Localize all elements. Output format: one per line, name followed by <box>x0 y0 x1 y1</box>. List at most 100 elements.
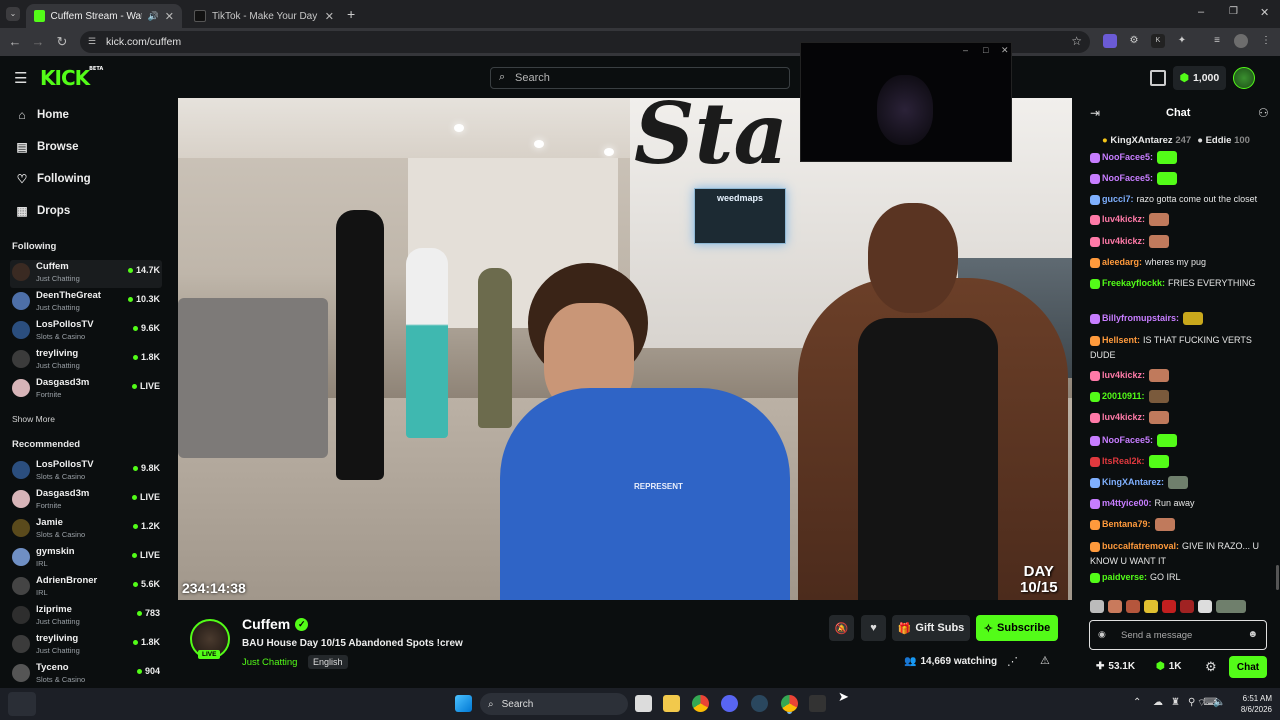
chat-username[interactable]: paidverse: <box>1102 572 1147 582</box>
gift-subs-button[interactable]: 🎁 Gift Subs <box>892 615 970 641</box>
sidebar-channel-tyceno[interactable]: Tyceno Slots & Casino 904 <box>10 661 162 689</box>
chat-username[interactable]: m4ttyice00: <box>1102 498 1152 508</box>
taskbar-search[interactable]: ⌕ Search <box>480 693 628 715</box>
tray-chevron-icon[interactable]: ⌃ <box>1133 697 1141 708</box>
chat-username[interactable]: luv4kickz: <box>1102 370 1145 380</box>
search-input[interactable]: ⌕ Search <box>490 67 790 89</box>
minimize-window-icon[interactable]: – <box>1198 6 1204 18</box>
chat-username[interactable]: NooFacee5: <box>1102 173 1153 183</box>
chat-emote[interactable] <box>1157 151 1178 165</box>
sidebar-channel-lospollostv-rec[interactable]: LosPollosTV Slots & Casino 9.8K <box>10 458 162 486</box>
layout-toggle-icon[interactable] <box>1150 70 1166 86</box>
chat-emote[interactable] <box>1157 434 1178 448</box>
emote[interactable] <box>1198 600 1212 613</box>
collapse-chat-icon[interactable]: ⇥ <box>1090 106 1100 120</box>
chat-scrollbar[interactable] <box>1276 565 1279 590</box>
chat-emote[interactable] <box>1149 411 1170 425</box>
emote[interactable] <box>1216 600 1246 613</box>
chat-settings-icon[interactable]: ◉ <box>1098 629 1106 640</box>
share-icon[interactable]: ⋰ <box>1007 655 1018 668</box>
emote[interactable] <box>1180 600 1194 613</box>
chat-emote[interactable] <box>1148 455 1169 469</box>
nav-browse[interactable]: ▤ Browse <box>16 140 78 154</box>
close-popup-icon[interactable]: ✕ <box>1001 45 1009 56</box>
close-tab-icon[interactable]: ✕ <box>165 10 174 23</box>
profile-avatar-icon[interactable] <box>1234 34 1248 48</box>
back-icon[interactable]: ← <box>7 34 23 49</box>
tab-search-icon[interactable]: ⌄ <box>6 7 20 21</box>
chrome-icon[interactable] <box>692 695 709 712</box>
emote[interactable] <box>1126 600 1140 613</box>
audio-icon[interactable]: 🔊 <box>148 11 159 22</box>
extension-icon[interactable] <box>1103 34 1117 48</box>
chat-username[interactable]: NooFacee5: <box>1102 435 1153 445</box>
leaderboard-entry[interactable]: ● KingXAntarez 247 <box>1102 135 1191 146</box>
app-icon[interactable] <box>809 695 826 712</box>
extensions-puzzle-icon[interactable]: ✦ <box>1175 34 1189 48</box>
widgets-button[interactable] <box>8 692 36 716</box>
clock[interactable]: 6:51 AM 8/6/2026 <box>1228 693 1272 715</box>
minimize-popup-icon[interactable]: – <box>963 45 968 55</box>
kick-logo[interactable]: KICKBETA <box>40 66 103 90</box>
close-window-icon[interactable]: ✕ <box>1260 6 1269 19</box>
chrome-active-icon[interactable] <box>781 695 798 712</box>
chat-username[interactable]: buccalfatremoval: <box>1102 541 1179 551</box>
chat-username[interactable]: luv4kickz: <box>1102 214 1145 224</box>
sidebar-channel-gymskin[interactable]: gymskin IRL LIVE <box>10 545 162 573</box>
volume-icon[interactable]: 🔈 <box>1213 697 1225 708</box>
close-tab-icon[interactable]: ✕ <box>325 10 334 23</box>
channel-name[interactable]: Cuffem ✓ <box>242 616 309 632</box>
task-view-icon[interactable] <box>635 695 652 712</box>
chat-input[interactable]: ◉ Send a message ☻ <box>1089 620 1267 650</box>
nav-drops[interactable]: ▦ Drops <box>16 204 70 218</box>
nav-home[interactable]: ⌂ Home <box>16 108 69 122</box>
chat-username[interactable]: ItsReal2k: <box>1102 456 1145 466</box>
emote[interactable] <box>1162 600 1176 613</box>
chat-username[interactable]: aleedarg: <box>1102 257 1142 267</box>
chat-username[interactable]: Bentana79: <box>1102 519 1151 529</box>
hamburger-menu-icon[interactable]: ☰ <box>14 69 27 87</box>
video-player[interactable]: Sta weedmaps REPRESENT 234:14:38 DAY 10/… <box>178 98 1072 600</box>
chat-emote[interactable] <box>1148 390 1169 404</box>
tab-kick[interactable]: Cuffem Stream - Watch Live 🔊 ✕ <box>26 4 182 28</box>
chat-emote[interactable] <box>1154 518 1175 532</box>
extension-icon[interactable]: K <box>1151 34 1165 48</box>
new-tab-button[interactable]: + <box>347 6 355 22</box>
wifi-icon[interactable]: ⌔ <box>1197 697 1206 710</box>
emote[interactable] <box>1144 600 1158 613</box>
emote[interactable] <box>1108 600 1122 613</box>
chat-emote[interactable] <box>1157 172 1178 186</box>
chat-username[interactable]: Freekayflockk: <box>1102 278 1165 288</box>
chat-emote[interactable] <box>1149 369 1170 383</box>
points-stat[interactable]: ⬢ 1K <box>1156 661 1182 672</box>
bookmark-star-icon[interactable]: ☆ <box>1071 34 1082 48</box>
sidebar-channel-adrienbroner[interactable]: AdrienBroner IRL 5.6K <box>10 574 162 602</box>
user-avatar[interactable] <box>1233 67 1255 89</box>
chat-username[interactable]: NooFacee5: <box>1102 152 1153 162</box>
points-badge[interactable]: ⬢ 1,000 <box>1173 66 1226 90</box>
send-chat-button[interactable]: Chat <box>1229 656 1267 678</box>
leaderboard-entry[interactable]: ● Eddie 100 <box>1197 135 1250 146</box>
sidebar-channel-jamie[interactable]: Jamie Slots & Casino 1.2K <box>10 516 162 544</box>
sidebar-channel-lziprime[interactable]: lziprime Just Chatting 783 <box>10 603 162 631</box>
reload-icon[interactable]: ↻ <box>54 34 70 50</box>
category-link[interactable]: Just Chatting <box>242 657 297 668</box>
maximize-popup-icon[interactable]: □ <box>983 45 988 55</box>
browser-menu-icon[interactable]: ⋮ <box>1259 34 1273 48</box>
steam-icon[interactable] <box>751 695 768 712</box>
sidebar-channel-deenthegreat[interactable]: DeenTheGreat Just Chatting 10.3K <box>10 289 162 317</box>
emoji-icon[interactable]: ☻ <box>1247 629 1258 640</box>
file-explorer-icon[interactable] <box>663 695 680 712</box>
chat-emote[interactable] <box>1183 312 1204 326</box>
reading-list-icon[interactable]: ≡ <box>1210 34 1224 48</box>
nav-following[interactable]: ♡ Following <box>16 172 91 186</box>
forward-icon[interactable]: → <box>30 34 46 49</box>
chat-username[interactable]: luv4kickz: <box>1102 412 1145 422</box>
chat-emote[interactable] <box>1149 235 1170 249</box>
sidebar-channel-dasgasd3m-rec[interactable]: Dasgasd3m Fortnite LIVE <box>10 487 162 515</box>
extension-icon[interactable]: ⚙ <box>1127 34 1141 48</box>
chat-settings-gear-icon[interactable]: ⚙ <box>1205 659 1217 675</box>
chat-username[interactable]: luv4kickz: <box>1102 236 1145 246</box>
chat-username[interactable]: Billyfromupstairs: <box>1102 313 1179 323</box>
discord-icon[interactable] <box>721 695 738 712</box>
